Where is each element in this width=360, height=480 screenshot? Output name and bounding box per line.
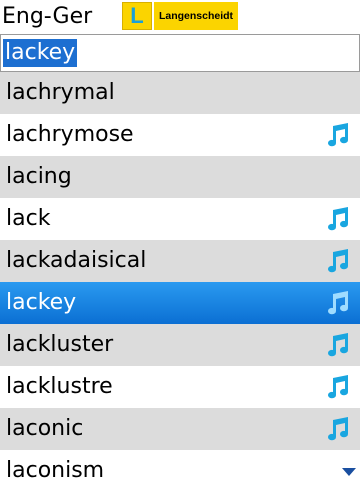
search-input-value[interactable]: lackey (3, 39, 78, 67)
music-note-icon[interactable] (324, 205, 352, 233)
list-item-label: lackadaisical (6, 248, 147, 273)
list-item-label: lackey (6, 290, 77, 315)
music-note-icon[interactable] (324, 121, 352, 149)
music-note-icon[interactable] (324, 247, 352, 275)
langenscheidt-logo: L Langenscheidt (122, 2, 238, 30)
list-item[interactable]: laconic (0, 408, 360, 450)
logo-mark: L (122, 2, 152, 30)
list-item-label: lachrymal (6, 80, 115, 105)
music-note-icon[interactable] (324, 289, 352, 317)
logo-wordmark: Langenscheidt (154, 2, 238, 30)
music-note-icon[interactable] (324, 331, 352, 359)
list-item-label: lacing (6, 164, 72, 189)
logo-letter: L (130, 3, 144, 28)
list-item[interactable]: lack (0, 198, 360, 240)
list-item[interactable]: lachrymose (0, 114, 360, 156)
list-item[interactable]: lacing (0, 156, 360, 198)
dictionary-direction-label[interactable]: Eng-Ger (2, 4, 92, 30)
list-item-label: lachrymose (6, 122, 134, 147)
list-item-label: laconism (6, 458, 105, 480)
list-item-label: lackluster (6, 332, 114, 357)
list-item[interactable]: lackadaisical (0, 240, 360, 282)
list-item-label: laconic (6, 416, 84, 441)
word-list[interactable]: lachrymal lachrymose lacing lack lackadaisic… (0, 72, 360, 480)
list-item[interactable]: lachrymal (0, 72, 360, 114)
app-header: Eng-Ger L Langenscheidt (0, 0, 360, 34)
list-item[interactable]: lacklustre (0, 366, 360, 408)
list-item[interactable]: laconism (0, 450, 360, 480)
list-item-label: lack (6, 206, 51, 231)
search-input[interactable]: lackey (0, 34, 360, 72)
list-item[interactable]: lackluster (0, 324, 360, 366)
music-note-icon[interactable] (324, 415, 352, 443)
scroll-down-arrow-icon[interactable] (342, 468, 356, 476)
list-item-label: lacklustre (6, 374, 113, 399)
list-item-selected[interactable]: lackey (0, 282, 360, 324)
music-note-icon[interactable] (324, 373, 352, 401)
